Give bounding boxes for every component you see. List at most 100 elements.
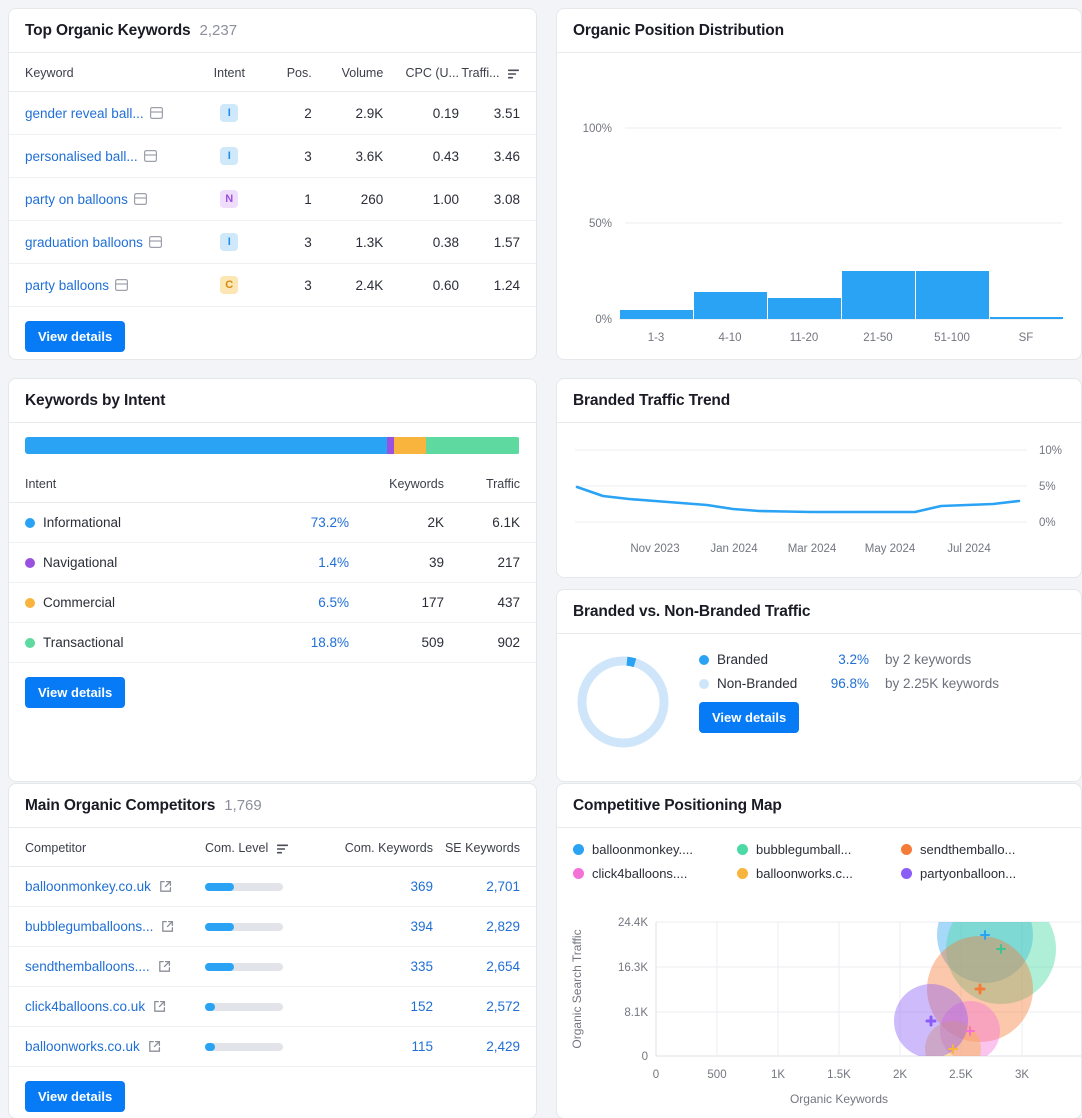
competitor-link[interactable]: balloonmonkey.co.uk — [25, 879, 151, 894]
cell-traffic: 3.08 — [459, 178, 536, 221]
table-row[interactable]: sendthemballoons.... 335 2,654 — [9, 947, 536, 987]
legend-item-sendthemballoons[interactable]: sendthemballo... — [901, 842, 1065, 857]
intent-badge[interactable]: I — [220, 147, 238, 165]
keyword-link[interactable]: graduation balloons — [25, 235, 143, 250]
competitor-link[interactable]: bubblegumballoons... — [25, 919, 153, 934]
stack-segment-transactional[interactable] — [426, 437, 519, 454]
col-com-keywords[interactable]: Com. Keywords — [315, 828, 433, 867]
serp-features-icon[interactable] — [134, 193, 147, 205]
table-row[interactable]: balloonmonkey.co.uk 369 2,701 — [9, 867, 536, 907]
cell-se-keywords[interactable]: 2,572 — [433, 987, 536, 1027]
legend-item-partyonballoons[interactable]: partyonballoon... — [901, 866, 1065, 881]
legend-label: click4balloons.... — [592, 866, 687, 881]
table-row[interactable]: balloonworks.co.uk 115 2,429 — [9, 1027, 536, 1067]
legend-row-non-branded[interactable]: Non-Branded 96.8% by 2.25K keywords — [699, 676, 999, 691]
external-link-icon[interactable] — [161, 920, 174, 933]
stack-segment-navigational[interactable] — [387, 437, 394, 454]
intent-badge[interactable]: I — [220, 233, 238, 251]
bar-21-50[interactable] — [842, 271, 915, 319]
table-row[interactable]: Commercial 6.5% 177 437 — [9, 583, 536, 623]
view-details-button[interactable]: View details — [25, 1081, 125, 1112]
cell-com-keywords[interactable]: 369 — [315, 867, 433, 907]
table-row[interactable]: Transactional 18.8% 509 902 — [9, 623, 536, 663]
intent-badge[interactable]: N — [220, 190, 238, 208]
legend-item-balloonmonkey[interactable]: balloonmonkey.... — [573, 842, 737, 857]
legend-item-balloonworks[interactable]: balloonworks.c... — [737, 866, 901, 881]
donut-segment-non-branded[interactable] — [582, 661, 664, 743]
competitor-link[interactable]: sendthemballoons.... — [25, 959, 150, 974]
cell-com-keywords[interactable]: 115 — [315, 1027, 433, 1067]
view-details-button[interactable]: View details — [25, 677, 125, 708]
table-row[interactable]: personalised ball... I 3 3.6K 0.43 3.46 — [9, 135, 536, 178]
view-details-button[interactable]: View details — [25, 321, 125, 352]
legend-item-bubblegumballoons[interactable]: bubblegumball... — [737, 842, 901, 857]
bar-4-10[interactable] — [694, 292, 767, 319]
external-link-icon[interactable] — [153, 1000, 166, 1013]
competitor-link[interactable]: balloonworks.co.uk — [25, 1039, 140, 1054]
bar-1-3[interactable] — [620, 310, 693, 319]
col-competitor[interactable]: Competitor — [9, 828, 205, 867]
legend-by-branded: by 2 keywords — [885, 652, 971, 667]
serp-features-icon[interactable] — [115, 279, 128, 291]
col-keyword[interactable]: Keyword — [9, 53, 199, 92]
col-com-level-label: Com. Level — [205, 841, 268, 855]
view-details-button[interactable]: View details — [699, 702, 799, 733]
cell-se-keywords[interactable]: 2,429 — [433, 1027, 536, 1067]
table-row[interactable]: graduation balloons I 3 1.3K 0.38 1.57 — [9, 221, 536, 264]
trend-line[interactable] — [577, 487, 1019, 512]
cell-com-level — [205, 987, 315, 1027]
keyword-link[interactable]: gender reveal ball... — [25, 106, 144, 121]
table-row[interactable]: party on balloons N 1 260 1.00 3.08 — [9, 178, 536, 221]
table-row[interactable]: gender reveal ball... I 2 2.9K 0.19 3.51 — [9, 92, 536, 135]
table-row[interactable]: Navigational 1.4% 39 217 — [9, 543, 536, 583]
external-link-icon[interactable] — [148, 1040, 161, 1053]
xtick-1-3: 1-3 — [648, 332, 665, 344]
cell-se-keywords[interactable]: 2,654 — [433, 947, 536, 987]
bar-sf[interactable] — [990, 317, 1063, 319]
keyword-link[interactable]: personalised ball... — [25, 149, 138, 164]
sort-desc-icon[interactable] — [277, 844, 289, 854]
cell-cpc: 0.19 — [383, 92, 459, 135]
bar-51-100[interactable] — [916, 271, 989, 319]
serp-features-icon[interactable] — [144, 150, 157, 162]
cell-percent[interactable]: 18.8% — [239, 623, 349, 663]
col-volume[interactable]: Volume — [312, 53, 384, 92]
stack-segment-informational[interactable] — [25, 437, 387, 454]
stack-segment-commercial[interactable] — [394, 437, 426, 454]
col-cpc[interactable]: CPC (U... — [383, 53, 459, 92]
cell-percent[interactable]: 6.5% — [239, 583, 349, 623]
cell-com-keywords[interactable]: 152 — [315, 987, 433, 1027]
col-traffic[interactable]: Traffi... — [459, 53, 536, 92]
cell-intent: I — [199, 135, 261, 178]
table-row[interactable]: click4balloons.co.uk 152 2,572 — [9, 987, 536, 1027]
table-row[interactable]: Informational 73.2% 2K 6.1K — [9, 503, 536, 543]
intent-badge[interactable]: C — [220, 276, 238, 294]
competitor-link[interactable]: click4balloons.co.uk — [25, 999, 145, 1014]
legend-row-branded[interactable]: Branded 3.2% by 2 keywords — [699, 652, 999, 667]
legend-item-click4balloons[interactable]: click4balloons.... — [573, 866, 737, 881]
cell-percent[interactable]: 73.2% — [239, 503, 349, 543]
external-link-icon[interactable] — [159, 880, 172, 893]
external-link-icon[interactable] — [158, 960, 171, 973]
keyword-link[interactable]: party on balloons — [25, 192, 128, 207]
col-intent[interactable]: Intent — [199, 53, 261, 92]
col-se-keywords[interactable]: SE Keywords — [433, 828, 536, 867]
legend-percent-non-branded[interactable]: 96.8% — [813, 676, 869, 691]
cell-se-keywords[interactable]: 2,701 — [433, 867, 536, 907]
cell-percent[interactable]: 1.4% — [239, 543, 349, 583]
xtick-sf: SF — [1019, 332, 1034, 344]
intent-badge[interactable]: I — [220, 104, 238, 122]
legend-percent-branded[interactable]: 3.2% — [813, 652, 869, 667]
cell-com-keywords[interactable]: 394 — [315, 907, 433, 947]
bar-11-20[interactable] — [768, 298, 841, 319]
col-com-level[interactable]: Com. Level — [205, 828, 315, 867]
serp-features-icon[interactable] — [150, 107, 163, 119]
cell-se-keywords[interactable]: 2,829 — [433, 907, 536, 947]
serp-features-icon[interactable] — [149, 236, 162, 248]
col-pos[interactable]: Pos. — [260, 53, 312, 92]
table-row[interactable]: bubblegumballoons... 394 2,829 — [9, 907, 536, 947]
table-row[interactable]: party balloons C 3 2.4K 0.60 1.24 — [9, 264, 536, 307]
keyword-link[interactable]: party balloons — [25, 278, 109, 293]
sort-desc-icon[interactable] — [508, 69, 520, 79]
cell-com-keywords[interactable]: 335 — [315, 947, 433, 987]
